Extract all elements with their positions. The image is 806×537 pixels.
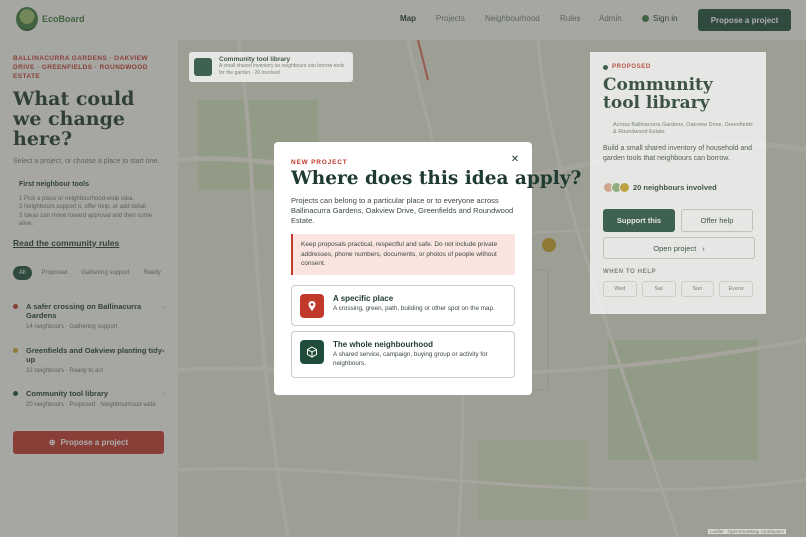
involved-row: 20 neighbours involved xyxy=(603,182,753,193)
toolbox-icon xyxy=(194,58,212,76)
safety-note: Keep proposals practical, respectful and… xyxy=(291,234,515,275)
status-badge: PROPOSED xyxy=(603,64,753,70)
status-dot xyxy=(603,64,608,70)
time-chip[interactable]: Sat xyxy=(641,281,676,297)
option-text: A shared service, campaign, buying group… xyxy=(333,351,488,367)
open-project-button[interactable]: Open project › xyxy=(603,237,755,259)
map-popup[interactable]: Community tool library A small shared in… xyxy=(189,52,353,82)
support-button[interactable]: Support this xyxy=(603,209,675,232)
map-pin-icon xyxy=(300,294,324,318)
option-title: A specific place xyxy=(333,294,394,303)
option-specific-place[interactable]: A specific place A crossing, green, path… xyxy=(291,285,515,326)
option-text: A crossing, green, path, building or oth… xyxy=(333,305,495,312)
popup-text: A small shared inventory so neighbours c… xyxy=(219,63,345,76)
status-badge-label: PROPOSED xyxy=(612,64,651,70)
map-attribution[interactable]: Leaflet · OpenStreetMap contributors xyxy=(708,529,787,534)
avatar xyxy=(619,182,630,193)
time-chips: Wed Sat Sun Evens xyxy=(603,281,753,297)
involved-count: 20 neighbours involved xyxy=(633,183,717,192)
time-chip[interactable]: Wed xyxy=(603,281,637,297)
option-title: The whole neighbourhood xyxy=(333,340,433,349)
when-to-help-title: WHEN TO HELP xyxy=(603,269,657,275)
cube-icon xyxy=(300,340,324,364)
card-description: Build a small shared inventory of househ… xyxy=(603,145,753,162)
dialog-title: Where does this idea apply? xyxy=(291,168,582,189)
open-project-label: Open project xyxy=(653,243,697,253)
new-project-dialog: New project Where does this idea apply? … xyxy=(274,142,582,395)
card-location: Across Ballinacurra Gardens, Oakview Dri… xyxy=(613,122,753,135)
dialog-label: New project xyxy=(291,159,348,166)
card-title: Community tool library xyxy=(603,75,713,113)
modal-backdrop-top xyxy=(0,0,806,40)
offer-help-button[interactable]: Offer help xyxy=(680,209,753,232)
dialog-description: Projects can belong to a particular plac… xyxy=(291,196,514,225)
avatar-stack xyxy=(603,182,630,193)
close-icon[interactable]: ✕ xyxy=(510,155,520,165)
card-actions: Support this Offer help xyxy=(603,209,753,232)
time-chip[interactable]: Sun xyxy=(680,281,715,297)
arrow-right-icon: › xyxy=(702,243,705,253)
time-chip[interactable]: Evens xyxy=(719,281,753,297)
popup-title: Community tool library xyxy=(219,56,291,63)
option-whole-neighbourhood[interactable]: The whole neighbourhood A shared service… xyxy=(291,331,515,378)
project-detail-card: PROPOSED Community tool library Across B… xyxy=(590,52,766,314)
